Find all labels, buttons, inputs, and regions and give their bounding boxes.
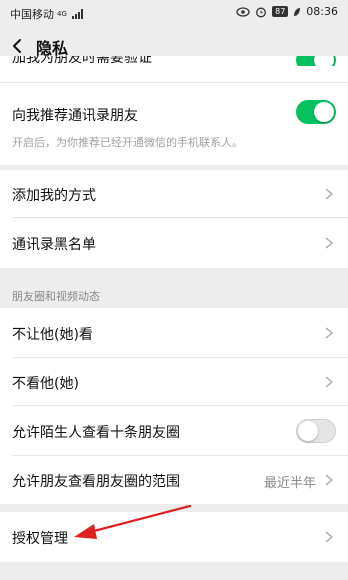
hide-their-moments-label: 不看他(她) <box>12 376 79 392</box>
eye-icon <box>236 6 250 17</box>
recommend-contacts-toggle[interactable] <box>296 100 336 124</box>
chevron-right-icon <box>325 474 334 486</box>
toggle-knob <box>298 421 318 441</box>
chevron-right-icon <box>325 237 334 249</box>
recommend-contacts-row: 向我推荐通讯录朋友 开启后，为你推荐已经开通微信的手机联系人。 <box>0 83 348 165</box>
stranger-view-row: 允许陌生人查看十条朋友圈 <box>0 406 348 456</box>
chevron-right-icon <box>325 376 334 388</box>
add-methods-label: 添加我的方式 <box>12 188 96 204</box>
toggle-knob <box>314 102 334 122</box>
authorization-management-row[interactable]: 授权管理 <box>0 512 348 562</box>
alarm-icon <box>256 7 267 17</box>
stranger-view-label: 允许陌生人查看十条朋友圈 <box>12 425 180 441</box>
hide-their-moments-row[interactable]: 不看他(她) <box>0 358 348 406</box>
status-right: 87 08:36 <box>236 5 338 18</box>
moments-range-value: 最近半年 <box>263 476 316 491</box>
stranger-view-toggle[interactable] <box>296 419 336 443</box>
recommend-contacts-label: 向我推荐通讯录朋友 <box>12 108 138 124</box>
leaf-icon <box>294 7 301 16</box>
row-divider <box>0 66 348 83</box>
add-methods-row[interactable]: 添加我的方式 <box>0 170 348 218</box>
recommend-contacts-description: 开启后，为你推荐已经开通微信的手机联系人。 <box>12 136 243 149</box>
chevron-right-icon <box>325 188 334 200</box>
blacklist-row[interactable]: 通讯录黑名单 <box>0 218 348 268</box>
moments-range-row[interactable]: 允许朋友查看朋友圈的范围 最近半年 <box>0 456 348 504</box>
moments-range-label: 允许朋友查看朋友圈的范围 <box>12 474 180 490</box>
network-type: 4G <box>57 10 67 18</box>
blacklist-label: 通讯录黑名单 <box>12 237 96 253</box>
status-bar: 中国移动 4G 87 08:36 <box>0 0 348 26</box>
carrier-name: 中国移动 <box>10 8 54 21</box>
battery-icon: 87 <box>272 6 289 17</box>
authorization-management-label: 授权管理 <box>12 531 68 547</box>
signal-icon <box>71 9 83 19</box>
chevron-left-icon[interactable] <box>8 36 28 56</box>
chevron-right-icon <box>325 327 334 339</box>
clock-time: 08:36 <box>306 5 338 18</box>
section-header-moments: 朋友圈和视频动态 <box>12 290 100 303</box>
chevron-right-icon <box>325 531 334 543</box>
status-left: 中国移动 4G <box>10 6 83 22</box>
block-view-label: 不让他(她)看 <box>12 327 93 343</box>
block-view-row[interactable]: 不让他(她)看 <box>0 308 348 358</box>
